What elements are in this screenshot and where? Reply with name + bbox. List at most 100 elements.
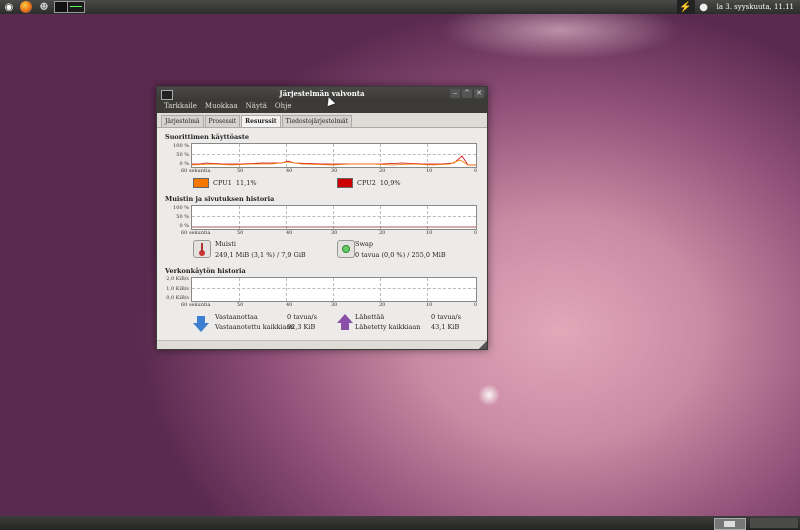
window-titlebar[interactable]: Järjestelmän valvonta ‒ ^ ✕ — [157, 87, 487, 101]
user-icon[interactable]: ● — [695, 0, 713, 14]
x-tick: 50 — [237, 168, 244, 174]
x-tick: 50 — [237, 302, 244, 308]
grid-line — [192, 288, 476, 289]
cpu2-value: 10,9% — [379, 179, 401, 187]
cpu2-legend: CPU2 10,9% — [337, 178, 401, 188]
y-tick: 100 % — [173, 143, 189, 149]
bottom-panel — [0, 516, 800, 530]
x-tick: 60 sekuntia — [181, 302, 211, 308]
receiving-label: Vastaanottaa — [215, 313, 258, 321]
y-tick: 1,0 KiB/s — [166, 286, 189, 292]
network-graph — [191, 277, 477, 302]
x-tick: 0 — [474, 230, 478, 236]
download-arrow-icon[interactable] — [193, 316, 209, 332]
y-tick: 0,0 KiB/s — [166, 295, 189, 301]
memory-lines — [192, 226, 476, 228]
x-tick: 30 — [331, 302, 338, 308]
x-axis: 60 sekuntia 50 40 30 20 10 0 — [181, 302, 477, 309]
menubar: Tarkkaile Muokkaa Näytä Ohje — [157, 101, 487, 113]
memory-value: 249,1 MiB (3,1 %) / 7,9 GiB — [215, 251, 306, 259]
cpu2-label: CPU2 — [357, 179, 376, 187]
system-monitor-icon[interactable] — [67, 0, 85, 14]
memory-label: Muisti — [215, 240, 236, 248]
upload-arrow-icon[interactable] — [337, 314, 353, 330]
grid-line — [239, 278, 240, 301]
cpu1-legend: CPU1 11,1% — [193, 178, 257, 188]
memory-graph — [191, 205, 477, 230]
system-monitor-window: Järjestelmän valvonta ‒ ^ ✕ Tarkkaile Mu… — [156, 86, 488, 350]
x-tick: 20 — [379, 230, 386, 236]
cpu-lines — [192, 155, 476, 166]
tab-tiedostojarjestelmat[interactable]: Tiedostojärjestelmät — [281, 115, 353, 127]
y-tick: 50 % — [176, 214, 189, 220]
x-tick: 30 — [331, 168, 338, 174]
grid-line — [380, 278, 381, 301]
x-tick: 0 — [474, 302, 478, 308]
network-icon[interactable]: ⚡ — [676, 0, 695, 14]
grid-line — [333, 278, 334, 301]
window-title: Järjestelmän valvonta — [279, 89, 365, 98]
cpu1-label: CPU1 — [213, 179, 232, 187]
tab-resurssit[interactable]: Resurssit — [241, 115, 281, 127]
x-tick: 20 — [379, 168, 386, 174]
x-tick: 40 — [286, 302, 293, 308]
top-panel: ◉ ☻ ⚡ ● la 3. syyskuuta, 11.11 — [0, 0, 800, 14]
sent-total-value: 43,1 KiB — [431, 323, 460, 331]
x-tick: 50 — [237, 230, 244, 236]
cpu-heading: Suorittimen käyttöaste — [165, 133, 249, 141]
grid-line — [427, 278, 428, 301]
x-tick: 30 — [331, 230, 338, 236]
system-tray: ⚡ ● la 3. syyskuuta, 11.11 — [676, 0, 800, 14]
received-total-value: 92,3 KiB — [287, 323, 316, 331]
y-tick: 50 % — [176, 152, 189, 158]
clock[interactable]: la 3. syyskuuta, 11.11 — [713, 3, 800, 11]
network-heading: Verkonkäytön historia — [165, 267, 246, 275]
swap-label: Swap — [355, 240, 374, 248]
x-tick: 60 sekuntia — [181, 168, 211, 174]
close-icon[interactable]: ✕ — [474, 89, 484, 98]
cpu2-line — [192, 155, 476, 166]
y-tick: 0 % — [179, 223, 189, 229]
ubuntu-logo-icon[interactable]: ◉ — [1, 0, 17, 14]
x-tick: 10 — [426, 230, 433, 236]
sending-value: 0 tavua/s — [431, 313, 461, 321]
y-tick: 100 % — [173, 205, 189, 211]
x-tick: 40 — [286, 230, 293, 236]
menu-tarkkaile[interactable]: Tarkkaile — [160, 101, 201, 113]
statusbar — [157, 340, 487, 349]
sending-label: Lähettää — [355, 313, 385, 321]
cpu1-value: 11,1% — [235, 179, 257, 187]
x-tick: 60 sekuntia — [181, 230, 211, 236]
grid-line — [286, 278, 287, 301]
swap-icon[interactable] — [337, 240, 355, 258]
tab-prosessit[interactable]: Prosessit — [204, 115, 241, 127]
workspace-switcher[interactable] — [714, 518, 746, 530]
maximize-icon[interactable]: ^ — [462, 89, 472, 98]
memory-icon[interactable] — [193, 240, 211, 258]
minimize-icon[interactable]: ‒ — [450, 89, 460, 98]
resize-grip[interactable] — [479, 341, 487, 349]
x-tick: 10 — [426, 302, 433, 308]
sent-total-label: Lähetetty kaikkiaan — [355, 323, 421, 331]
y-tick: 2,0 KiB/s — [166, 276, 189, 282]
menu-nayta[interactable]: Näytä — [242, 101, 271, 113]
x-tick: 10 — [426, 168, 433, 174]
cpu2-color-swatch[interactable] — [337, 178, 353, 188]
memory-heading: Muistin ja sivutuksen historia — [165, 195, 275, 203]
tab-bar: Järjestelmä Prosessit Resurssit Tiedosto… — [157, 113, 487, 128]
cpu-graph — [191, 143, 477, 168]
menu-ohje[interactable]: Ohje — [271, 101, 296, 113]
workspace-switcher-area[interactable] — [750, 518, 798, 528]
wallpaper-glow — [478, 384, 500, 406]
y-tick: 0 % — [179, 161, 189, 167]
gimp-icon[interactable]: ☻ — [36, 0, 52, 14]
receiving-value: 0 tavua/s — [287, 313, 317, 321]
cpu1-color-swatch[interactable] — [193, 178, 209, 188]
tab-jarjestelma[interactable]: Järjestelmä — [161, 115, 204, 127]
x-tick: 20 — [379, 302, 386, 308]
x-tick: 40 — [286, 168, 293, 174]
received-total-label: Vastaanotettu kaikkiaan — [215, 323, 295, 331]
x-axis: 60 sekuntia 50 40 30 20 10 0 — [181, 230, 477, 237]
menu-muokkaa[interactable]: Muokkaa — [201, 101, 242, 113]
firefox-icon[interactable] — [18, 0, 34, 14]
